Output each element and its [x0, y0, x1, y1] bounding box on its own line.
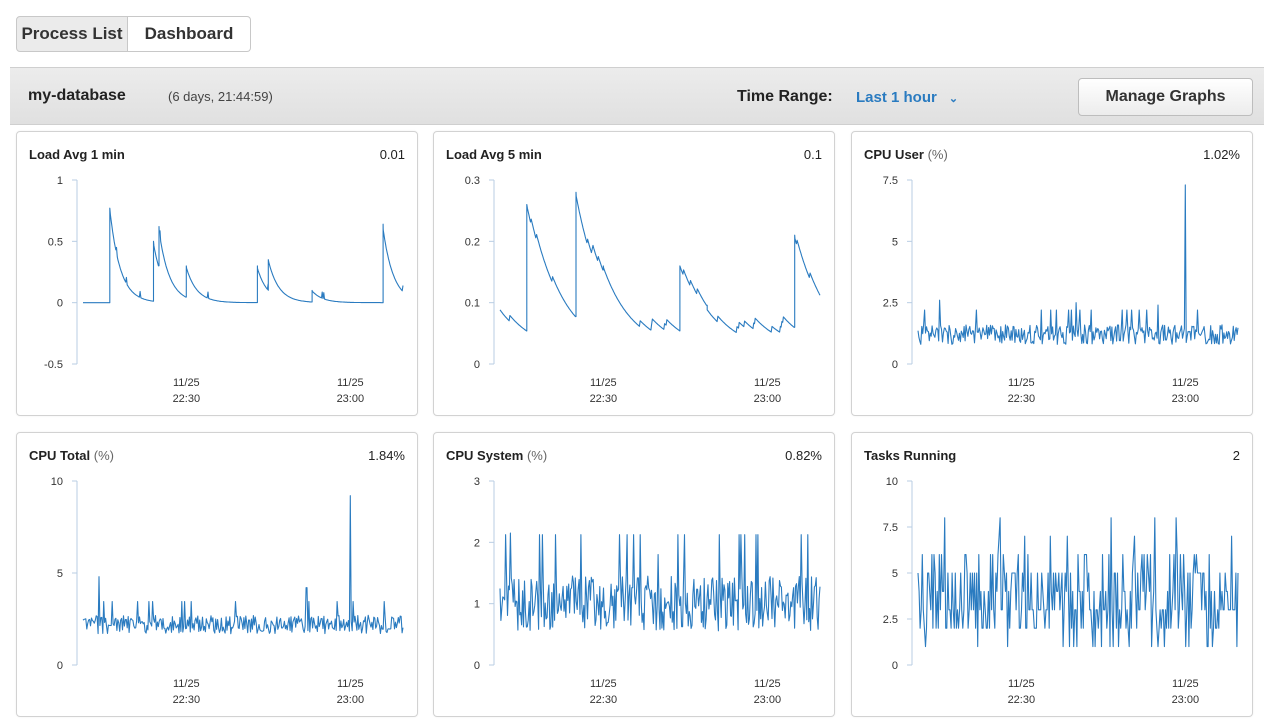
- series-line: [917, 184, 1239, 345]
- y-tick-label: 2: [474, 537, 480, 549]
- x-tick-date: 11/25: [1008, 377, 1035, 389]
- series-line: [499, 191, 821, 333]
- y-tick-label: 0.2: [465, 236, 480, 248]
- database-name: my-database: [28, 87, 126, 104]
- chart-svg: 10 5 0 11/25 22:30 11/25 23:00: [51, 476, 404, 706]
- series-line: [83, 207, 404, 304]
- x-tick-date: 11/25: [754, 377, 781, 389]
- series-line: [917, 517, 1239, 648]
- x-tick-time: 22:30: [173, 393, 201, 405]
- x-tick-time: 23:00: [337, 393, 365, 405]
- x-tick-time: 22:30: [590, 393, 618, 405]
- y-tick-label: 0: [57, 660, 63, 672]
- graph-panel-load-avg-1: Load Avg 1 min 0.01 1 0.5 0 -0.5 11/25 22:30 1…: [16, 131, 418, 416]
- y-tick-label: 0.3: [465, 175, 480, 187]
- chart-svg: 10 7.5 5 2.5 0 11/25 22:30 11/25 23:00: [883, 476, 1239, 706]
- y-tick-label: 7.5: [883, 522, 898, 534]
- chart-svg: 3 2 1 0 11/25 22:30 11/25 23:00: [474, 476, 821, 706]
- x-tick-time: 23:00: [1172, 694, 1200, 706]
- series-line: [499, 532, 821, 632]
- graph-panel-cpu-total: CPU Total (%) 1.84% 10 5 0 11/25 22:30 11/25 2…: [16, 432, 418, 717]
- y-tick-label: 5: [57, 568, 63, 580]
- y-tick-label: 0: [892, 660, 898, 672]
- x-tick-time: 23:00: [1172, 393, 1200, 405]
- tab-dashboard[interactable]: Dashboard: [128, 16, 251, 52]
- graph-panel-cpu-system: CPU System (%) 0.82% 3 2 1 0 11/25 22:30 11/25…: [433, 432, 835, 717]
- graph-panel-cpu-user: CPU User (%) 1.02% 7.5 5 2.5 0 11/25 22:30 11/…: [851, 131, 1253, 416]
- time-range-dropdown[interactable]: Last 1 hour ⌄: [856, 89, 958, 106]
- x-tick-time: 23:00: [337, 694, 365, 706]
- chart-svg: 0.3 0.2 0.1 0 11/25 22:30 11/25 23:00: [465, 175, 821, 405]
- y-tick-label: 10: [51, 476, 63, 488]
- x-tick-date: 11/25: [590, 678, 617, 690]
- graph-panel-load-avg-5: Load Avg 5 min 0.1 0.3 0.2 0.1 0 11/25 22:30 1…: [433, 131, 835, 416]
- y-tick-label: 0: [57, 298, 63, 310]
- series-line: [82, 495, 404, 635]
- y-tick-label: 1: [474, 599, 480, 611]
- x-tick-time: 22:30: [590, 694, 618, 706]
- x-tick-time: 23:00: [754, 393, 782, 405]
- y-tick-label: 10: [886, 476, 898, 488]
- y-tick-label: 2.5: [883, 298, 898, 310]
- x-tick-date: 11/25: [1172, 377, 1199, 389]
- view-tabs: Process List Dashboard: [16, 16, 251, 52]
- y-tick-label: 0.5: [48, 236, 63, 248]
- x-tick-time: 22:30: [173, 694, 201, 706]
- y-tick-label: 0: [892, 359, 898, 371]
- y-tick-label: 1: [57, 175, 63, 187]
- chevron-down-icon: ⌄: [948, 93, 959, 105]
- y-tick-label: 7.5: [883, 175, 898, 187]
- y-tick-label: 5: [892, 236, 898, 248]
- chart-svg: 7.5 5 2.5 0 11/25 22:30 11/25 23:00: [883, 175, 1239, 405]
- time-range-label: Time Range:: [737, 88, 833, 105]
- y-tick-label: 0: [474, 660, 480, 672]
- chart-svg: 1 0.5 0 -0.5 11/25 22:30 11/25 23:00: [44, 175, 404, 405]
- y-tick-label: 0.1: [465, 298, 480, 310]
- graph-panel-tasks-running: Tasks Running 2 10 7.5 5 2.5 0 11/25 22:30 11/2…: [851, 432, 1253, 717]
- manage-graphs-button[interactable]: Manage Graphs: [1078, 78, 1253, 116]
- x-tick-date: 11/25: [1172, 678, 1199, 690]
- x-tick-date: 11/25: [173, 678, 200, 690]
- y-tick-label: 3: [474, 476, 480, 488]
- tab-process-list[interactable]: Process List: [16, 16, 128, 52]
- x-tick-date: 11/25: [337, 678, 364, 690]
- x-tick-time: 22:30: [1008, 694, 1036, 706]
- uptime-text: (6 days, 21:44:59): [168, 89, 273, 104]
- x-tick-date: 11/25: [173, 377, 200, 389]
- x-tick-time: 22:30: [1008, 393, 1036, 405]
- y-tick-label: 5: [892, 568, 898, 580]
- y-tick-label: -0.5: [44, 359, 63, 371]
- y-tick-label: 0: [474, 359, 480, 371]
- x-tick-date: 11/25: [754, 678, 781, 690]
- time-range-value: Last 1 hour: [856, 89, 937, 106]
- x-tick-date: 11/25: [337, 377, 364, 389]
- x-tick-time: 23:00: [754, 694, 782, 706]
- instance-info-bar: my-database (6 days, 21:44:59) Time Rang…: [10, 67, 1264, 125]
- y-tick-label: 2.5: [883, 614, 898, 626]
- x-tick-date: 11/25: [590, 377, 617, 389]
- x-tick-date: 11/25: [1008, 678, 1035, 690]
